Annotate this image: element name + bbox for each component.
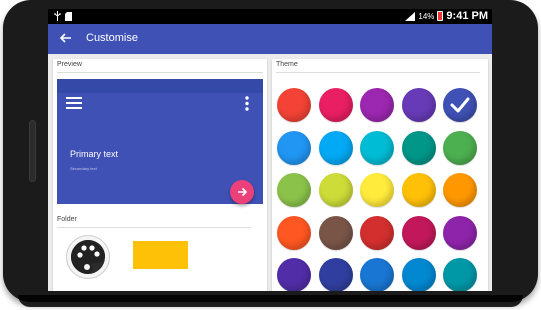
battery-icon	[437, 11, 444, 21]
theme-color-swatch[interactable]	[318, 173, 353, 207]
speaker-grille	[29, 120, 36, 182]
theme-color-swatch[interactable]	[277, 88, 311, 122]
theme-color-swatch[interactable]	[443, 258, 477, 291]
theme-color-swatch[interactable]	[401, 88, 436, 122]
screen: 14% 9:41 PM Customise Preview Primary te…	[48, 9, 492, 291]
usb-icon	[54, 11, 61, 21]
folder-label: Folder	[57, 216, 77, 223]
primary-text: Primary text	[70, 149, 119, 159]
secondary-text: Secondary text	[70, 166, 97, 171]
battery-percent: 14%	[418, 11, 435, 21]
theme-color-swatch[interactable]	[277, 130, 311, 165]
theme-color-swatch[interactable]	[277, 215, 311, 250]
tablet-shadow	[18, 295, 523, 307]
folder-color-swatch[interactable]	[133, 241, 188, 269]
clock: 9:41 PM	[446, 10, 488, 22]
fab-button[interactable]	[230, 180, 254, 204]
preview-label: Preview	[57, 61, 82, 68]
theme-color-swatch[interactable]	[360, 130, 394, 165]
theme-color-swatch[interactable]	[443, 173, 477, 207]
theme-color-swatch[interactable]	[360, 88, 394, 122]
divider	[57, 72, 263, 73]
theme-color-swatch[interactable]	[443, 215, 477, 250]
palette-icon[interactable]	[66, 235, 110, 279]
preview-status-strip	[57, 79, 263, 93]
theme-color-swatch[interactable]	[318, 215, 353, 250]
theme-color-swatch[interactable]	[277, 258, 311, 291]
theme-color-swatch[interactable]	[277, 173, 311, 207]
theme-color-swatch[interactable]	[360, 173, 394, 207]
more-vert-icon	[245, 96, 249, 111]
theme-color-swatch[interactable]	[401, 173, 436, 207]
theme-color-swatch[interactable]	[360, 215, 394, 250]
preview-card: Primary text Secondary text	[57, 79, 263, 204]
divider	[57, 227, 251, 228]
theme-color-grid	[272, 59, 488, 291]
theme-color-swatch[interactable]	[318, 88, 353, 122]
theme-color-swatch[interactable]	[443, 88, 477, 122]
theme-color-swatch[interactable]	[401, 258, 436, 291]
theme-color-swatch[interactable]	[318, 258, 353, 291]
theme-color-swatch[interactable]	[360, 258, 394, 291]
status-bar: 14% 9:41 PM	[48, 9, 492, 24]
theme-color-swatch[interactable]	[443, 130, 477, 165]
page-title: Customise	[86, 32, 138, 44]
arrow-back-icon[interactable]	[58, 30, 74, 46]
sd-card-icon	[65, 11, 72, 21]
arrow-right-icon	[238, 187, 248, 197]
signal-icon	[405, 11, 416, 21]
check-icon	[450, 97, 470, 113]
app-bar: Customise	[48, 24, 492, 54]
theme-color-swatch[interactable]	[401, 215, 436, 250]
preview-panel: Preview Primary text Secondary text Fold…	[53, 59, 267, 291]
theme-color-swatch[interactable]	[401, 130, 436, 165]
theme-panel: Theme	[272, 59, 488, 291]
theme-color-swatch[interactable]	[318, 130, 353, 165]
menu-icon	[66, 97, 82, 109]
